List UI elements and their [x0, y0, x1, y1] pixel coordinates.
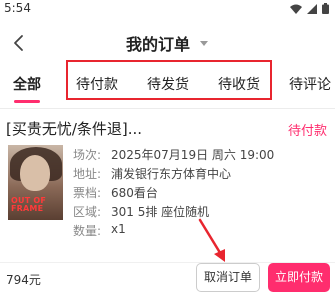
annotation-highlight-box: [66, 60, 272, 100]
title-dropdown[interactable]: 我的订单: [0, 31, 335, 55]
detail-value: 680看台: [111, 186, 158, 200]
detail-label: 票档:: [73, 186, 102, 200]
status-time: 5:54: [4, 1, 31, 15]
my-orders-page: 5:54 我的订单 全部 待付款 待发货 待收货 待评论 [买贵无忧/条件退].…: [0, 0, 335, 303]
active-tab-indicator: [14, 100, 40, 103]
pay-now-button[interactable]: 立即付款: [268, 263, 330, 292]
status-icons: [290, 3, 329, 14]
event-poster-image[interactable]: OUT OF FRAME: [8, 145, 63, 220]
status-bar: 5:54: [0, 0, 335, 18]
page-header: 我的订单: [0, 26, 335, 60]
poster-title-line-2: FRAME: [11, 204, 44, 213]
detail-value: 301 5排 座位随机: [111, 205, 210, 219]
order-status-badge: 待付款: [287, 124, 327, 139]
detail-label: 数量:: [73, 224, 102, 238]
detail-value: 2025年07月19日 周六 19:00: [111, 148, 275, 162]
tab-all[interactable]: 全部: [13, 74, 41, 94]
detail-label: 区域:: [73, 205, 102, 219]
poster-title: OUT OF FRAME: [11, 197, 46, 213]
tabs-divider: [0, 108, 335, 109]
poster-figure-face: [20, 155, 50, 191]
order-price: 794元: [6, 273, 41, 287]
detail-value: x1: [111, 222, 126, 236]
battery-icon: [322, 3, 329, 14]
cancel-order-button[interactable]: 取消订单: [196, 263, 260, 292]
detail-label: 地址:: [73, 167, 102, 181]
caret-down-icon: [200, 41, 209, 46]
tab-pending-review[interactable]: 待评论: [289, 74, 331, 94]
signal-icon: [307, 3, 317, 14]
annotation-arrow-icon: [198, 218, 225, 262]
wifi-icon: [290, 4, 302, 14]
detail-value: 浦发银行东方体育中心: [111, 167, 232, 181]
order-card-header[interactable]: [买贵无忧/条件退]... 待付款: [0, 112, 335, 142]
order-title: [买贵无忧/条件退]...: [6, 120, 143, 138]
detail-label: 场次:: [73, 148, 102, 162]
page-title: 我的订单: [125, 35, 190, 54]
